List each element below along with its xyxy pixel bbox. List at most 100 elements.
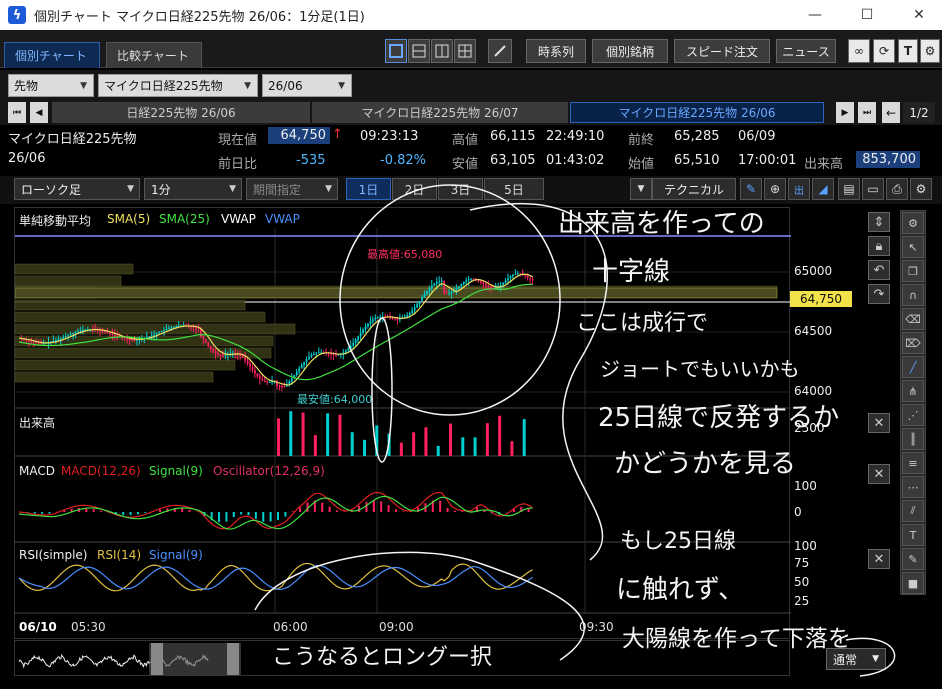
instrument-select[interactable]: マイクロ日経225先物 ▼ [98, 74, 258, 97]
zoom-icon[interactable]: ⊕ [764, 178, 786, 200]
first-page-icon[interactable]: ⏮ [8, 102, 26, 123]
high-label: 高値 [452, 133, 479, 148]
range-2day[interactable]: 2日 [392, 178, 437, 200]
volume-profile-bar [15, 359, 236, 371]
text-tool-icon[interactable]: T [902, 524, 924, 546]
note-icon[interactable]: ✎ [902, 548, 924, 570]
last-page-icon[interactable]: ⏭ [858, 102, 876, 123]
period-select[interactable]: 期間指定 ▼ [246, 178, 338, 200]
pen-icon[interactable]: ✎ [740, 178, 762, 200]
candle-body [109, 332, 111, 334]
chart-type-select[interactable]: ローソク足 ▼ [14, 178, 140, 200]
save-icon[interactable]: ▤ [838, 178, 860, 200]
scroll-mode-select[interactable]: 通常 ▼ [826, 648, 886, 670]
contract-select[interactable]: 26/06 ▼ [262, 74, 352, 97]
candle-body [369, 321, 372, 324]
macd-oscillator-bar [299, 507, 302, 512]
layout-quad-icon[interactable] [454, 39, 476, 63]
settings-icon[interactable]: ⚙ [910, 178, 932, 200]
layout-split-v-icon[interactable] [431, 39, 453, 63]
vertical-lines-icon[interactable]: ║ [902, 428, 924, 450]
instrument-tab[interactable]: マイクロ日経225先物 26/07 [312, 102, 568, 123]
candle-body [482, 282, 485, 285]
macd-oscillator-bar [144, 512, 147, 513]
back-arrow-icon[interactable]: ← [882, 102, 900, 123]
candle-body [448, 293, 450, 295]
copy-icon[interactable]: ❐ [902, 260, 924, 282]
candle-body [423, 294, 426, 298]
contract-select-value: 26/06 [268, 78, 303, 93]
candle-body [82, 329, 84, 331]
tab-individual-chart[interactable]: 個別チャート [4, 42, 100, 68]
volume-profile-bar [15, 299, 246, 311]
current-time: 09:23:13 [360, 129, 419, 144]
macd-oscillator-bar [240, 512, 243, 515]
redo-icon[interactable]: ↷ [868, 284, 890, 304]
channel-icon[interactable]: ⫽ [902, 500, 924, 522]
lock-icon[interactable]: 🔒︎ [868, 236, 890, 256]
eraser-icon[interactable]: ⌫ [902, 308, 924, 330]
interval-value: 1分 [151, 182, 171, 197]
current-price-tag: 64,750 [790, 291, 852, 307]
collapse-panel-icon[interactable]: ⇕ [868, 212, 890, 232]
trend-line-icon[interactable]: ╱ [902, 356, 924, 378]
market-select[interactable]: 先物 ▼ [8, 74, 94, 97]
layout-single-icon[interactable] [385, 39, 407, 63]
legend-oscillator: Oscillator(12,26,9) [213, 464, 325, 478]
range-3day[interactable]: 3日 [438, 178, 483, 200]
macd-oscillator-bar [387, 505, 390, 512]
cursor-icon[interactable]: ↖ [902, 236, 924, 258]
gear-icon[interactable]: ⚙ [902, 212, 924, 234]
stock-detail-button[interactable]: 個別銘柄 [592, 39, 668, 63]
next-page-icon[interactable]: ▶ [836, 102, 854, 123]
horizontal-lines-icon[interactable]: ≡ [902, 452, 924, 474]
minimize-button[interactable]: — [792, 0, 838, 30]
fibonacci-icon[interactable]: ⋯ [902, 476, 924, 498]
candle-body [251, 366, 254, 371]
maximize-button[interactable]: ☐ [844, 0, 890, 30]
text-icon[interactable]: T [898, 39, 918, 63]
expand-icon[interactable] [488, 39, 512, 63]
eraser-all-icon[interactable]: ⌦ [902, 332, 924, 354]
speed-order-button[interactable]: スピード注文 [674, 39, 770, 63]
undo-icon[interactable]: ↶ [868, 260, 890, 280]
rectangle-icon[interactable]: ■ [902, 572, 924, 594]
tab-compare-chart[interactable]: 比較チャート [106, 42, 202, 68]
folder-icon[interactable]: ▭ [862, 178, 884, 200]
candle-body [128, 339, 131, 341]
candle-body [372, 319, 374, 322]
prev-page-icon[interactable]: ◀ [30, 102, 48, 123]
refresh-icon[interactable]: ⟳ [873, 39, 895, 63]
candle-body [59, 338, 62, 340]
area-chart-icon[interactable]: ◢ [812, 178, 834, 200]
magnet-icon[interactable]: ∩ [902, 284, 924, 306]
settings-icon[interactable]: ⚙ [920, 39, 940, 63]
news-button[interactable]: ニュース [776, 39, 836, 63]
range-1day[interactable]: 1日 [346, 178, 391, 200]
close-button[interactable]: ✕ [896, 0, 942, 30]
fan-icon[interactable]: ⋰ [902, 404, 924, 426]
pitchfork-icon[interactable]: ⋔ [902, 380, 924, 402]
volume-toggle-icon[interactable]: 出 [788, 178, 810, 200]
interval-select[interactable]: 1分 ▼ [144, 178, 242, 200]
candle-body [428, 288, 431, 291]
close-rsi-panel-icon[interactable]: ✕ [868, 549, 890, 569]
chevron-down-icon[interactable]: ▼ [630, 178, 652, 200]
overview-scroller[interactable] [14, 640, 790, 676]
layout-split-h-icon[interactable] [408, 39, 430, 63]
close-volume-panel-icon[interactable]: ✕ [868, 413, 890, 433]
close-macd-panel-icon[interactable]: ✕ [868, 464, 890, 484]
link-icon[interactable]: ∞ [848, 39, 870, 63]
change-value: -535 [296, 153, 326, 168]
chart-area[interactable]: 単純移動平均 SMA(5) SMA(25) VWAP VWAP 最高値:65,0… [14, 207, 791, 639]
candle-body [438, 281, 441, 283]
instrument-tab-active[interactable]: マイクロ日経225先物 26/06 [570, 102, 824, 123]
timeseries-button[interactable]: 時系列 [526, 39, 586, 63]
prev-close-value: 65,285 [674, 129, 720, 144]
instrument-tab[interactable]: 日経225先物 26/06 [52, 102, 310, 123]
app-logo-icon: ϟ [8, 6, 26, 24]
range-5day[interactable]: 5日 [484, 178, 544, 200]
technical-button[interactable]: テクニカル [652, 178, 736, 200]
print-icon[interactable]: ⎙ [886, 178, 908, 200]
candle-body [168, 328, 170, 330]
